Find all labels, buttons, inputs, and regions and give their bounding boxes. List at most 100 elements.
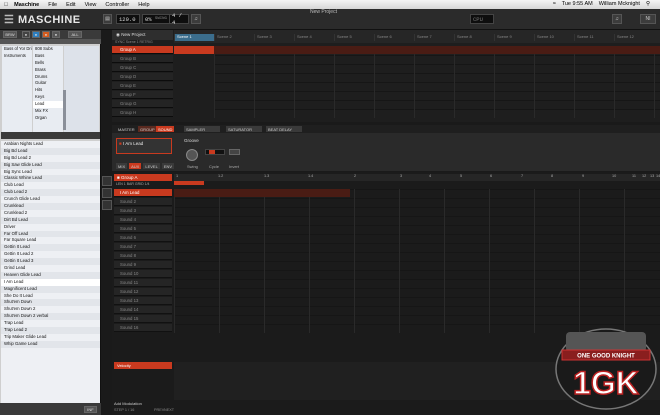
velocity-header[interactable]: Velocity	[114, 362, 172, 369]
sound-slot-3[interactable]: Sound 3	[114, 207, 172, 215]
ruler-marker[interactable]: 2	[354, 174, 356, 178]
sync-label[interactable]: SYNC	[115, 40, 125, 44]
filter-icon-1[interactable]: ●	[22, 31, 30, 38]
project-title[interactable]: New Project	[121, 32, 145, 37]
list-item[interactable]: Shut'em Down 2 verbal	[1, 313, 100, 321]
scene-9[interactable]: Scene 9	[494, 34, 534, 41]
plugin-name-box[interactable]: ■ I Am Lead	[116, 138, 172, 154]
cycle-display[interactable]	[205, 149, 225, 155]
list-item[interactable]: Bass of Yor Drip	[2, 46, 32, 53]
clock[interactable]: Tue 9:55 AM	[562, 1, 593, 7]
list-item-selected[interactable]: I Am Lead	[1, 278, 100, 286]
scene-11[interactable]: Scene 11	[574, 34, 614, 41]
apple-icon[interactable]: 	[4, 2, 8, 8]
browser-tab-brw[interactable]: BRW	[3, 31, 17, 38]
list-item[interactable]: Keys	[33, 94, 63, 101]
scene-1[interactable]: Scene 1	[174, 34, 214, 41]
list-item[interactable]: Crunklead	[1, 203, 100, 210]
group-row-f[interactable]: Group F	[112, 91, 173, 99]
sidebar-toggle-3[interactable]	[102, 200, 112, 210]
group-row-g[interactable]: Group G	[112, 100, 173, 108]
list-item[interactable]: Club Lead	[1, 182, 100, 189]
list-item[interactable]: Driver	[1, 224, 100, 231]
playhead-region[interactable]	[174, 181, 204, 185]
tab-master[interactable]: MASTER	[116, 126, 137, 132]
ruler-marker[interactable]: 9	[582, 174, 584, 178]
browser-toggle-button[interactable]: ▤	[103, 14, 112, 24]
mix-button[interactable]: MIX	[116, 163, 128, 169]
next-button[interactable]: NEXT	[164, 408, 174, 412]
sound-slot-2[interactable]: Sound 2	[114, 198, 172, 206]
scene-6[interactable]: Scene 6	[374, 34, 414, 41]
ruler-marker[interactable]: 14	[656, 174, 660, 178]
sound-slot-16[interactable]: Sound 16	[114, 324, 172, 332]
sound-slot-7[interactable]: Sound 7	[114, 243, 172, 251]
sound-slot-13[interactable]: Sound 13	[114, 297, 172, 305]
scene-5[interactable]: Scene 5	[334, 34, 374, 41]
wifi-icon[interactable]: ≈	[553, 1, 556, 7]
menu-help[interactable]: Help	[138, 2, 149, 8]
list-item[interactable]: Trip Maker Glide Lead	[1, 334, 100, 341]
list-item[interactable]: Big Bd Lead	[1, 147, 100, 155]
ruler-marker[interactable]: 10	[612, 174, 616, 178]
ruler-marker[interactable]: 1	[176, 174, 178, 178]
arranger-grid[interactable]	[214, 46, 660, 118]
list-item[interactable]: Gettin It Lead 2	[1, 251, 100, 258]
list-item[interactable]: Brass	[33, 67, 63, 74]
tab-group[interactable]: GROUP	[138, 126, 157, 132]
group-row-e[interactable]: Group E	[112, 82, 173, 90]
list-item[interactable]: Magnificent Lead	[1, 285, 100, 293]
ruler-marker[interactable]: 6	[490, 174, 492, 178]
menu-controller[interactable]: Controller	[105, 2, 129, 8]
browser-tab-all[interactable]: ALL	[68, 31, 82, 38]
list-item[interactable]: Trap Lead 2	[1, 327, 100, 334]
sound-slot-6[interactable]: Sound 6	[114, 234, 172, 242]
group-row-a[interactable]: Group A	[112, 46, 173, 54]
ruler-marker[interactable]: 12	[642, 174, 646, 178]
list-item[interactable]: Whip Game Lead	[1, 340, 100, 348]
plugin-slot-saturator[interactable]: SATURATOR	[226, 126, 262, 132]
grid-value[interactable]: 1/4	[145, 182, 150, 186]
list-item[interactable]: Hits	[33, 87, 63, 94]
sidebar-toggle-1[interactable]	[102, 176, 112, 186]
env-button[interactable]: ENV	[161, 163, 175, 169]
list-item[interactable]: Bells	[33, 60, 63, 67]
filter-icon-4[interactable]: ●	[52, 31, 60, 38]
scene-7[interactable]: Scene 7	[414, 34, 454, 41]
metronome-button[interactable]: ♫	[191, 14, 201, 24]
list-item[interactable]: Gettin It Lead	[1, 244, 100, 252]
sound-slot-12[interactable]: Sound 12	[114, 288, 172, 296]
list-item[interactable]: Shut'em Down	[1, 299, 100, 307]
list-item[interactable]: Bass	[33, 53, 63, 60]
sound-slot-1[interactable]: I Am Lead	[114, 189, 172, 197]
list-item[interactable]: Dirt Bd Lead	[1, 216, 100, 224]
scrollbar[interactable]	[63, 90, 66, 130]
search-icon[interactable]: ⚲	[646, 1, 650, 7]
list-item[interactable]: Mix FX	[33, 108, 63, 115]
speaker-icon[interactable]: ♫	[612, 14, 622, 24]
app-menu[interactable]: Maschine	[14, 2, 39, 8]
scene-10[interactable]: Scene 10	[534, 34, 574, 41]
filter-icon-3[interactable]: ●	[42, 31, 50, 38]
time-signature-display[interactable]: 4 / 4	[169, 12, 189, 26]
group-row-b[interactable]: Group B	[112, 55, 173, 63]
active-clip[interactable]	[174, 46, 214, 54]
sound-slot-10[interactable]: Sound 10	[114, 270, 172, 278]
cycle-value[interactable]	[209, 150, 215, 154]
sound-slot-9[interactable]: Sound 9	[114, 261, 172, 269]
sidebar-toggle-2[interactable]	[102, 188, 112, 198]
invert-toggle[interactable]	[229, 149, 240, 155]
ruler-marker[interactable]: 5	[460, 174, 462, 178]
ruler-marker[interactable]: 1.4	[308, 174, 313, 178]
list-item[interactable]: Club Lead 2	[1, 189, 100, 197]
menu-file[interactable]: File	[48, 2, 57, 8]
info-button[interactable]: INF	[84, 406, 97, 413]
level-button[interactable]: LEVEL	[143, 163, 160, 169]
ruler-marker[interactable]: 1.2	[218, 174, 223, 178]
list-item[interactable]: Trap Lead	[1, 320, 100, 327]
list-item[interactable]: 808 Subs	[33, 46, 63, 53]
ruler-marker[interactable]: 13	[650, 174, 654, 178]
sound-slot-11[interactable]: Sound 11	[114, 279, 172, 287]
user-name[interactable]: William Mcknight	[599, 1, 640, 7]
sound-slot-15[interactable]: Sound 15	[114, 315, 172, 323]
